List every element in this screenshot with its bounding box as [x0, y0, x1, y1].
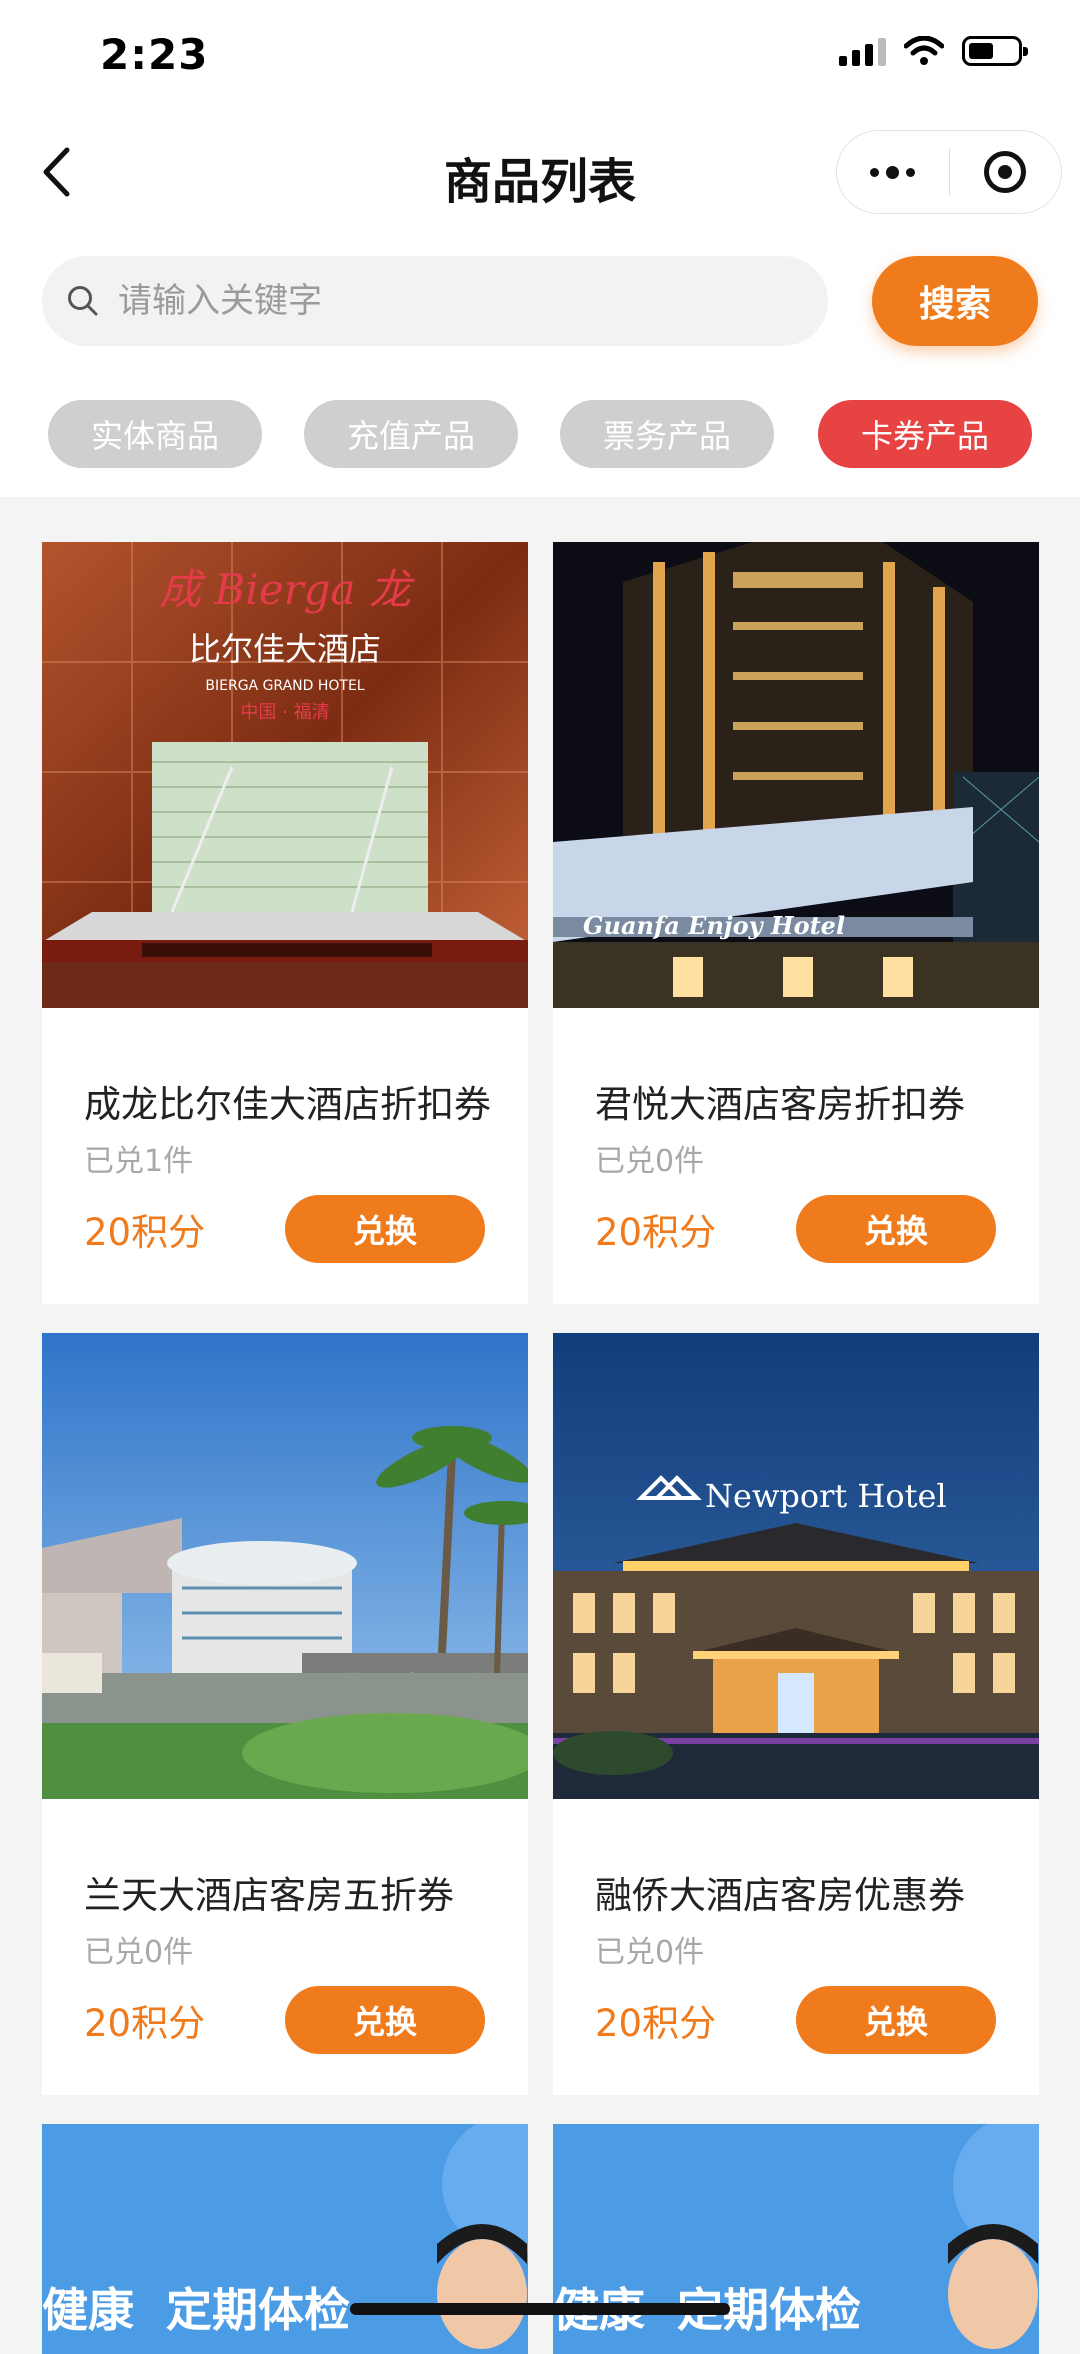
- search-icon: [68, 286, 98, 316]
- product-card-partial[interactable]: 健康 定期体检: [553, 2124, 1039, 2354]
- exchange-button[interactable]: 兑换: [796, 1195, 996, 1263]
- product-image: 兰天大酒店: [42, 1333, 528, 1799]
- status-time: 2:23: [100, 30, 209, 79]
- target-icon: [984, 151, 1027, 193]
- product-sold-count: 已兑0件: [595, 1935, 705, 1970]
- category-tabs: 实体商品 充值产品 票务产品 卡券产品: [48, 400, 1032, 468]
- product-card[interactable]: 成 Bierga 龙 比尔佳大酒店 BIERGA GRAND HOTEL 中国 …: [42, 542, 528, 1304]
- product-card[interactable]: Guanfa Enjoy Hotel 君悦大酒店客房折扣券 已兑0件 20积分 …: [553, 542, 1039, 1304]
- product-price: 20积分: [595, 1211, 717, 1254]
- exchange-button[interactable]: 兑换: [285, 1986, 485, 2054]
- product-sold-count: 已兑1件: [84, 1144, 194, 1179]
- hotel-sign-en: BIERGA GRAND HOTEL: [205, 678, 364, 694]
- product-price: 20积分: [595, 2002, 717, 2045]
- status-icons: [839, 36, 1028, 66]
- more-dots-icon: [870, 165, 916, 179]
- search-button[interactable]: 搜索: [872, 256, 1038, 346]
- hotel-sign-logo: 成 Bierga 龙: [159, 565, 415, 614]
- exchange-button[interactable]: 兑换: [796, 1986, 996, 2054]
- battery-icon: [962, 36, 1028, 66]
- hotel-sign-loc: 中国 · 福清: [240, 702, 329, 723]
- home-indicator[interactable]: [350, 2303, 730, 2315]
- product-name: 君悦大酒店客房折扣券: [595, 1083, 965, 1126]
- hotel-sign-text: Guanfa Enjoy Hotel: [583, 911, 845, 940]
- product-card[interactable]: 兰天大酒店 兰天大酒店客房五折券 已兑0件 20积分 兑换: [42, 1333, 528, 2095]
- search-box: [42, 256, 828, 346]
- hotel-sign-name: 比尔佳大酒店: [189, 630, 381, 668]
- search-input[interactable]: [116, 280, 780, 322]
- product-image: Guanfa Enjoy Hotel: [553, 542, 1039, 1008]
- product-image: Newport Hotel: [553, 1333, 1039, 1799]
- product-name: 兰天大酒店客房五折券: [84, 1874, 454, 1917]
- more-button[interactable]: [837, 131, 949, 213]
- close-miniprogram-button[interactable]: [950, 131, 1062, 213]
- product-price: 20积分: [84, 2002, 206, 2045]
- signal-icon: [839, 36, 886, 66]
- product-name: 成龙比尔佳大酒店折扣券: [84, 1083, 491, 1126]
- product-image: 成 Bierga 龙 比尔佳大酒店 BIERGA GRAND HOTEL 中国 …: [42, 542, 528, 1008]
- mini-program-capsule: [836, 130, 1062, 214]
- product-price: 20积分: [84, 1211, 206, 1254]
- product-sold-count: 已兑0件: [595, 1144, 705, 1179]
- tab-physical-goods[interactable]: 实体商品: [48, 400, 262, 468]
- product-card[interactable]: Newport Hotel 融侨大酒店客房优惠券 已兑0件 20积分 兑换: [553, 1333, 1039, 2095]
- wifi-icon: [904, 36, 944, 65]
- tab-voucher-products[interactable]: 卡券产品: [818, 400, 1032, 468]
- product-sold-count: 已兑0件: [84, 1935, 194, 1970]
- product-card-partial[interactable]: 健康 定期体检: [42, 2124, 528, 2354]
- banner-text: 健康 定期体检: [42, 2283, 351, 2337]
- exchange-button[interactable]: 兑换: [285, 1195, 485, 1263]
- hotel-sign-text: Newport Hotel: [705, 1477, 947, 1515]
- product-name: 融侨大酒店客房优惠券: [595, 1874, 965, 1917]
- tab-ticket-products[interactable]: 票务产品: [560, 400, 774, 468]
- tab-recharge-products[interactable]: 充值产品: [304, 400, 518, 468]
